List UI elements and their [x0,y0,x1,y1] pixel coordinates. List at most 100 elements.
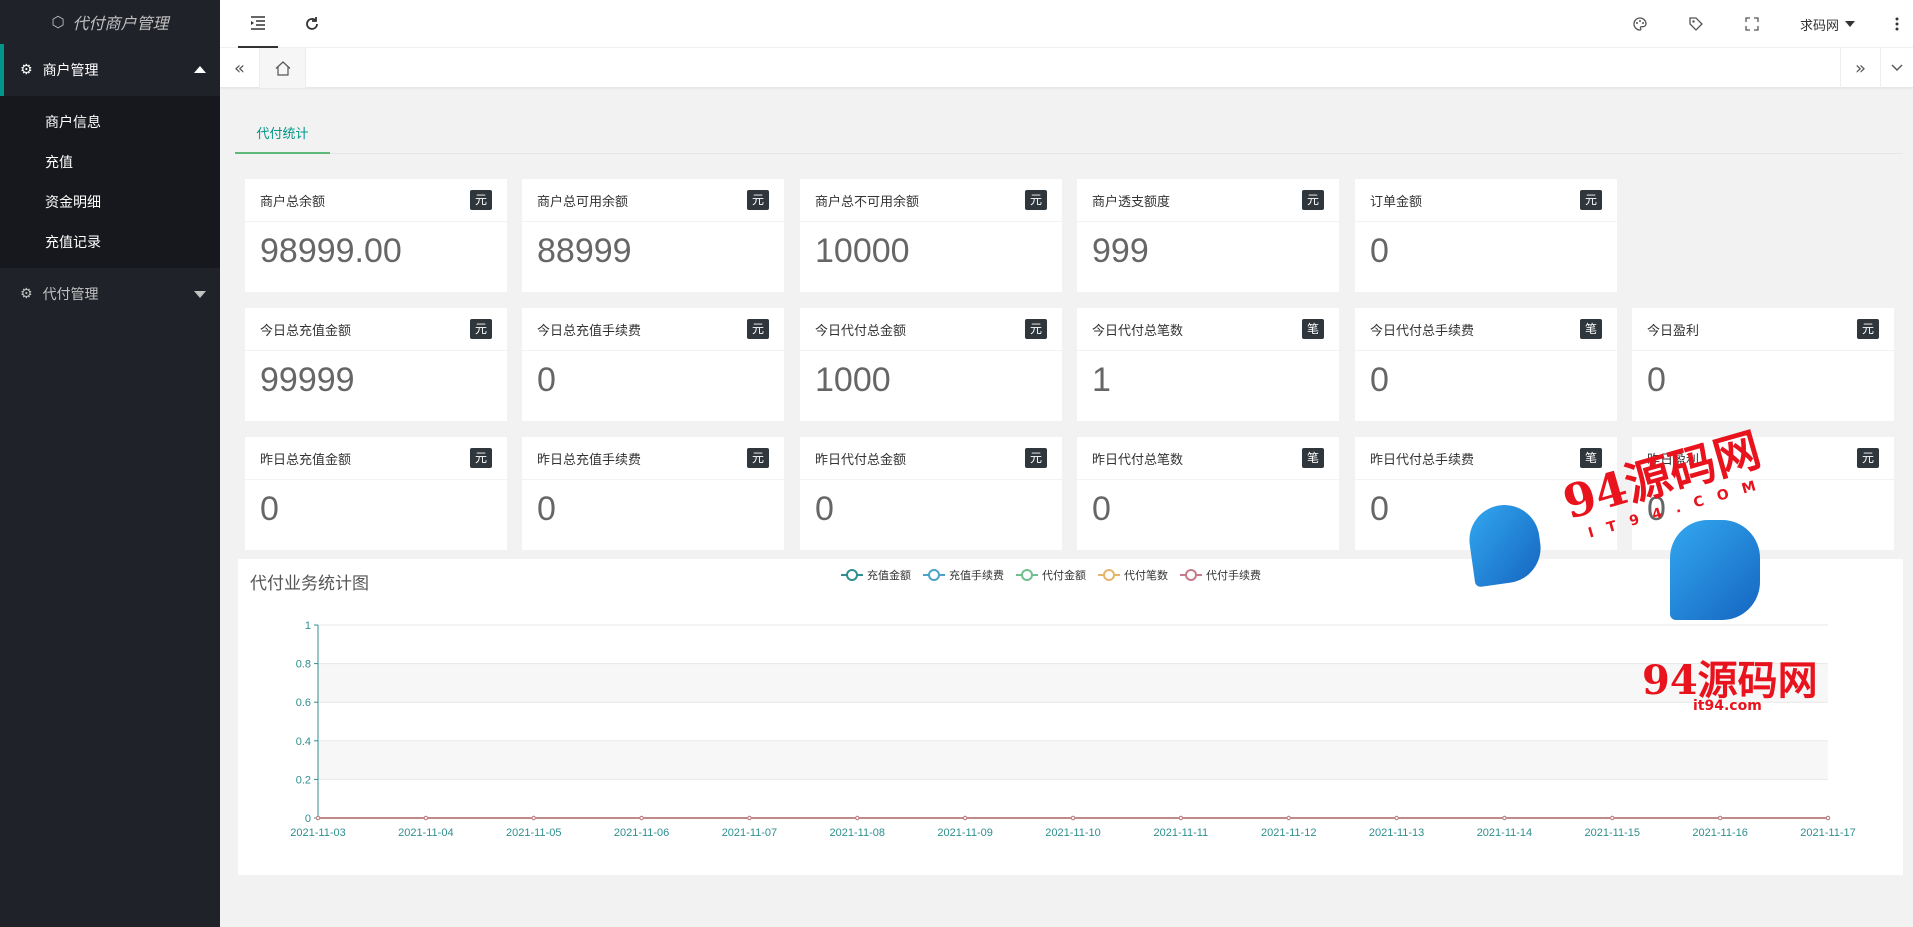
legend-label: 代付手续费 [1206,569,1261,582]
stat-label: 商户总余额 [260,194,326,210]
chart-legend: 充值金额 充值手续费 代付金额 代付笔数 代付手续费 [841,567,1273,583]
y-tick-label: 0.8 [296,659,311,671]
stat-card: 昨日代付总笔数 笔 0 [1077,437,1339,550]
stat-value: 999 [1092,232,1149,270]
stat-value: 98999.00 [260,232,402,270]
stat-value: 0 [537,361,556,399]
x-tick-label: 2021-11-04 [398,827,453,839]
fullscreen-button[interactable] [1732,0,1772,48]
unit-badge: 元 [469,448,492,468]
unit-badge: 元 [746,448,769,468]
legend-marker [1180,569,1202,581]
subnav-funds-detail[interactable]: 资金明细 [0,182,220,222]
x-tick-label: 2021-11-15 [1585,827,1640,839]
chart-title: 代付业务统计图 [250,574,369,594]
stat-card: 订单金额 元 0 [1355,179,1617,292]
y-tick-label: 1 [305,620,311,632]
data-point [531,815,536,821]
stat-value: 0 [260,490,279,528]
grid-band [318,779,1828,818]
more-button[interactable] [1885,0,1909,48]
x-tick-label: 2021-11-17 [1800,827,1855,839]
subnav-merchant-info[interactable]: 商户信息 [0,102,220,142]
stat-card: 今日代付总金额 元 1000 [800,308,1062,421]
stat-card: 昨日代付总金额 元 0 [800,437,1062,550]
y-tick-label: 0.6 [296,697,311,709]
app-logo[interactable]: ⬡ 代付商户管理 [0,0,220,44]
caret-down-icon [1845,21,1856,27]
tab-scroll-right-button[interactable]: » [1840,48,1880,88]
refresh-button[interactable] [292,0,332,48]
stat-label: 昨日盈利 [1647,452,1700,468]
line-chart: 0 0.2 0.4 0.6 0.8 1 2021-11-03 2021-11-04 2021-1… [290,620,1855,839]
nav-group-label: 商户管理 [42,63,99,79]
stat-label: 今日盈利 [1647,323,1700,339]
unit-badge: 元 [1024,319,1047,339]
x-tick-label: 2021-11-12 [1261,827,1316,839]
stat-label: 今日代付总手续费 [1370,323,1475,339]
y-tick-label: 0.2 [296,774,311,786]
legend-marker [923,569,945,581]
merchant-submenu: 商户信息 充值 资金明细 充值记录 [0,96,220,268]
stat-value: 0 [1370,232,1389,270]
unit-badge: 元 [1856,319,1879,339]
nav-group-merchant[interactable]: ⚙ 商户管理 [0,44,220,96]
stat-label: 昨日代付总手续费 [1370,452,1475,468]
subnav-recharge[interactable]: 充值 [0,142,220,182]
tab-home[interactable] [260,48,306,88]
legend-item[interactable]: 代付金额 [1016,567,1086,583]
data-point [963,815,968,821]
x-tick-label: 2021-11-08 [830,827,885,839]
stat-label: 今日代付总金额 [815,323,907,339]
grid-band [318,625,1828,664]
legend-label: 代付笔数 [1124,569,1168,582]
data-point [1502,815,1507,821]
collapse-menu-button[interactable] [238,0,278,48]
stat-card: 昨日盈利 元 0 [1632,437,1894,550]
stat-label: 今日总充值金额 [260,323,352,339]
tag-button[interactable] [1676,0,1716,48]
legend-item[interactable]: 充值金额 [841,567,911,583]
content-tabs: 代付统计 [235,112,1903,154]
user-name: 求码网 [1800,18,1840,34]
legend-item[interactable]: 代付手续费 [1180,567,1261,583]
nav-group-payout[interactable]: ⚙ 代付管理 [0,268,220,320]
gear-icon: ⚙ [20,286,33,302]
tab-scroll-left-button[interactable]: « [220,48,260,88]
stat-label: 昨日总充值手续费 [537,452,642,468]
subnav-recharge-records[interactable]: 充值记录 [0,222,220,262]
sidebar: ⬡ 代付商户管理 ⚙ 商户管理 商户信息 充值 资金明细 充值记录 ⚙ 代付管理 [0,0,220,927]
stat-value: 0 [1647,490,1666,528]
stat-card: 昨日代付总手续费 笔 0 [1355,437,1617,550]
double-chevron-right-icon: » [1854,57,1866,79]
theme-button[interactable] [1620,0,1660,48]
user-menu[interactable]: 求码网 [1800,0,1856,48]
grid-band [318,740,1828,780]
legend-marker [1016,569,1038,581]
stat-value: 0 [1092,490,1111,528]
data-point [1070,815,1076,821]
tab-options-button[interactable] [1880,48,1913,88]
stat-card: 商户透支额度 元 999 [1077,179,1339,292]
unit-badge: 元 [469,190,492,210]
unit-badge: 笔 [1579,448,1602,468]
data-point [423,815,428,821]
stat-card: 商户总不可用余额 元 10000 [800,179,1062,292]
top-header: 求码网 [220,0,1913,48]
y-tick-label: 0 [305,813,311,825]
stat-value: 0 [1370,490,1389,528]
stat-card: 今日总充值金额 元 99999 [245,308,507,421]
y-tick-label: 0.4 [296,736,311,748]
unit-badge: 元 [1024,448,1047,468]
legend-item[interactable]: 充值手续费 [923,567,1004,583]
legend-item[interactable]: 代付笔数 [1098,567,1168,583]
data-point [639,815,644,821]
stat-label: 订单金额 [1370,194,1423,210]
x-tick-label: 2021-11-03 [290,827,345,839]
stat-value: 0 [537,490,556,528]
page-tabbar: « » [220,48,1913,88]
palette-icon [1633,17,1647,31]
tab-payout-stats[interactable]: 代付统计 [235,112,330,154]
caret-down-icon [194,291,206,298]
stat-card: 今日代付总手续费 笔 0 [1355,308,1617,421]
